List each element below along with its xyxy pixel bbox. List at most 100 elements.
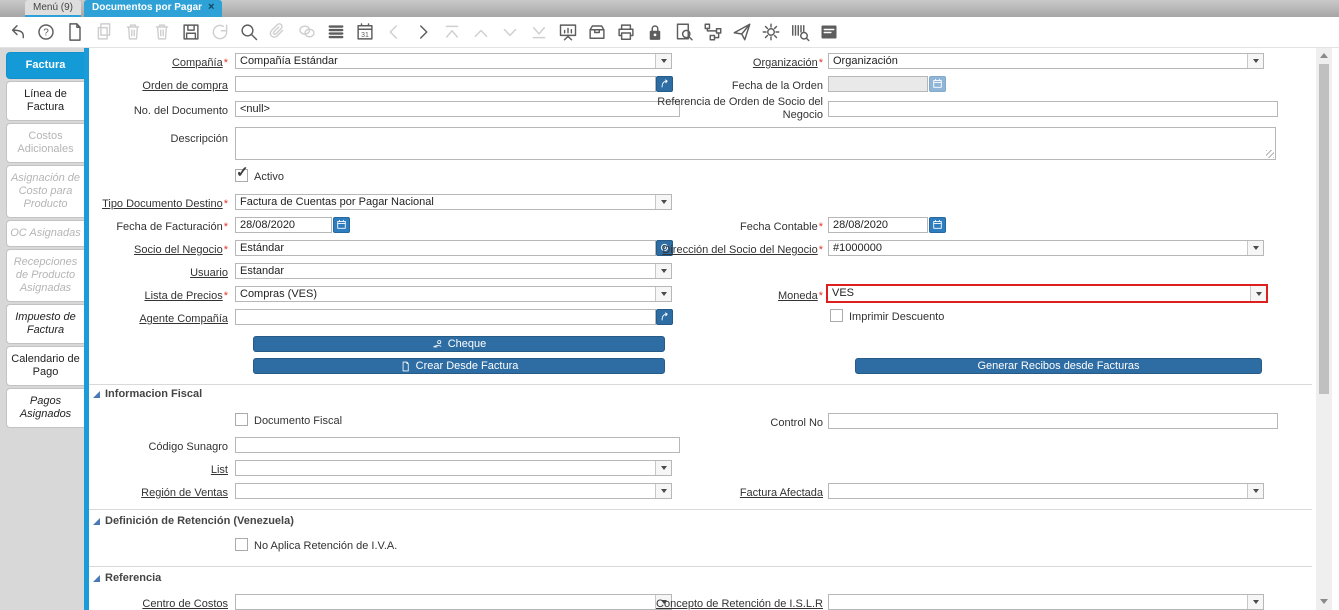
field-label-agente-compania[interactable]: Agente Compañía: [68, 313, 228, 326]
report-window-icon[interactable]: [819, 22, 839, 42]
calendar-icon: [932, 77, 943, 92]
print-preview-icon[interactable]: [674, 22, 694, 42]
field-label-centro-de-costos[interactable]: Centro de Costos: [68, 598, 228, 610]
parent-record-icon: [471, 22, 491, 42]
required-marker: *: [224, 198, 228, 210]
field-label-concepto-retencion-islr[interactable]: Concepto de Retención de I.S.L.R: [593, 598, 823, 610]
chevron-down-icon[interactable]: [1247, 484, 1263, 498]
generar-recibos-label: Generar Recibos desde Facturas: [977, 360, 1139, 372]
activo-checkbox[interactable]: ✓: [235, 169, 248, 182]
undo-icon[interactable]: [7, 22, 27, 42]
referencia-orden-socio-input[interactable]: [828, 101, 1278, 117]
report-icon[interactable]: [558, 22, 578, 42]
grid-toggle-icon[interactable]: [326, 22, 346, 42]
chevron-down-icon[interactable]: [655, 195, 671, 209]
collapse-icon[interactable]: [93, 518, 100, 525]
close-icon[interactable]: ×: [208, 0, 214, 15]
agente-compania-input[interactable]: [235, 309, 656, 325]
factura-afectada-select[interactable]: [828, 483, 1264, 499]
settings-icon[interactable]: [761, 22, 781, 42]
usuario-select[interactable]: Estandar: [235, 263, 672, 279]
field-label-compania[interactable]: Compañía*: [68, 57, 228, 70]
descripcion-textarea[interactable]: [235, 127, 1276, 160]
imprimir-descuento-checkbox[interactable]: [830, 309, 843, 322]
cheque-icon: [432, 339, 443, 350]
imprimir-descuento-label: Imprimir Descuento: [849, 311, 944, 323]
fecha-de-la-orden-input: [828, 76, 928, 92]
resize-handle[interactable]: [1266, 150, 1274, 158]
generar-recibos-button[interactable]: Generar Recibos desde Facturas: [855, 358, 1262, 374]
moneda-select[interactable]: VES: [826, 284, 1268, 303]
field-label-socio-del-negocio[interactable]: Socio del Negocio*: [68, 244, 228, 257]
field-label-usuario[interactable]: Usuario: [68, 267, 228, 280]
lock-icon[interactable]: [645, 22, 665, 42]
no-del-documento-input[interactable]: [235, 101, 680, 117]
field-label-factura-afectada[interactable]: Factura Afectada: [593, 487, 823, 500]
tipo-documento-destino-select[interactable]: Factura de Cuentas por Pagar Nacional: [235, 194, 672, 210]
delete-record-icon: [123, 22, 143, 42]
field-label-lista-de-precios[interactable]: Lista de Precios*: [68, 290, 228, 303]
scrollbar-thumb[interactable]: [1319, 64, 1329, 394]
cheque-button[interactable]: Cheque: [253, 336, 665, 352]
field-label-tipo-documento-destino[interactable]: Tipo Documento Destino*: [68, 198, 228, 211]
chevron-down-icon[interactable]: [1247, 241, 1263, 255]
collapse-icon[interactable]: [93, 575, 100, 582]
field-label-direccion-socio[interactable]: Dirección del Socio del Negocio*: [593, 244, 823, 257]
barcode-scan-icon[interactable]: [790, 22, 810, 42]
sidebar-tab-label: Pagos Asignados: [10, 395, 81, 421]
chevron-down-icon[interactable]: [1250, 286, 1266, 301]
codigo-sunagro-input[interactable]: [235, 437, 680, 453]
fecha-contable-calendar-button[interactable]: [929, 217, 946, 233]
field-label-list[interactable]: List: [68, 464, 228, 477]
find-icon[interactable]: [239, 22, 259, 42]
documento-fiscal-checkbox[interactable]: [235, 413, 248, 426]
tab-menu[interactable]: Menú (9): [25, 0, 81, 17]
chevron-down-icon[interactable]: [1247, 54, 1263, 68]
direccion-socio-select[interactable]: #1000000: [828, 240, 1264, 256]
required-marker: *: [819, 221, 823, 233]
field-label-moneda[interactable]: Moneda*: [593, 290, 823, 303]
tab-documentos-por-pagar[interactable]: Documentos por Pagar ×: [84, 0, 222, 17]
section-title-referencia: Referencia: [105, 572, 161, 584]
tab-menu-label: Menú (9): [33, 0, 73, 15]
field-label-organizacion[interactable]: Organización*: [593, 57, 823, 70]
control-no-input[interactable]: [828, 413, 1278, 429]
organizacion-select[interactable]: Organización: [828, 53, 1264, 69]
chevron-down-icon[interactable]: [1247, 595, 1263, 609]
chevron-down-icon[interactable]: [655, 264, 671, 278]
print-icon[interactable]: [616, 22, 636, 42]
send-icon[interactable]: [732, 22, 752, 42]
agente-compania-lookup-button[interactable]: [656, 309, 673, 325]
sidebar-tab-calendario-de-pago[interactable]: Calendario de Pago: [6, 346, 84, 386]
help-icon[interactable]: ?: [36, 22, 56, 42]
required-marker: *: [224, 221, 228, 233]
crear-desde-factura-button[interactable]: Crear Desde Factura: [253, 358, 665, 374]
field-label-region-de-ventas[interactable]: Región de Ventas: [68, 487, 228, 500]
new-record-icon[interactable]: [65, 22, 85, 42]
required-marker: *: [224, 57, 228, 69]
field-label-fecha-de-facturacion: Fecha de Facturación*: [68, 221, 228, 234]
save-icon[interactable]: [181, 22, 201, 42]
scroll-down-icon[interactable]: [1320, 599, 1328, 604]
list-select[interactable]: [235, 460, 672, 476]
chevron-down-icon[interactable]: [655, 461, 671, 475]
documento-fiscal-label: Documento Fiscal: [254, 415, 342, 427]
field-label-orden-de-compra[interactable]: Orden de compra: [68, 80, 228, 93]
fecha-contable-input[interactable]: [828, 217, 928, 233]
vertical-scrollbar[interactable]: [1316, 48, 1332, 610]
archive-icon[interactable]: [587, 22, 607, 42]
calendar-icon[interactable]: 31: [355, 22, 375, 42]
fecha-de-facturacion-input[interactable]: [235, 217, 332, 233]
collapse-icon[interactable]: [93, 391, 100, 398]
concepto-retencion-islr-value: [829, 595, 1247, 609]
scroll-up-icon[interactable]: [1320, 53, 1328, 58]
concepto-retencion-islr-select[interactable]: [828, 594, 1264, 610]
next-record-icon[interactable]: [413, 22, 433, 42]
sidebar-tab-pagos-asignados[interactable]: Pagos Asignados: [6, 388, 84, 428]
lookup-icon: [659, 310, 670, 325]
fecha-de-facturacion-calendar-button[interactable]: [333, 217, 350, 233]
no-aplica-retencion-iva-checkbox[interactable]: [235, 538, 248, 551]
attachment-icon: [268, 22, 288, 42]
section-separator: [89, 566, 1312, 567]
workflow-icon[interactable]: [703, 22, 723, 42]
